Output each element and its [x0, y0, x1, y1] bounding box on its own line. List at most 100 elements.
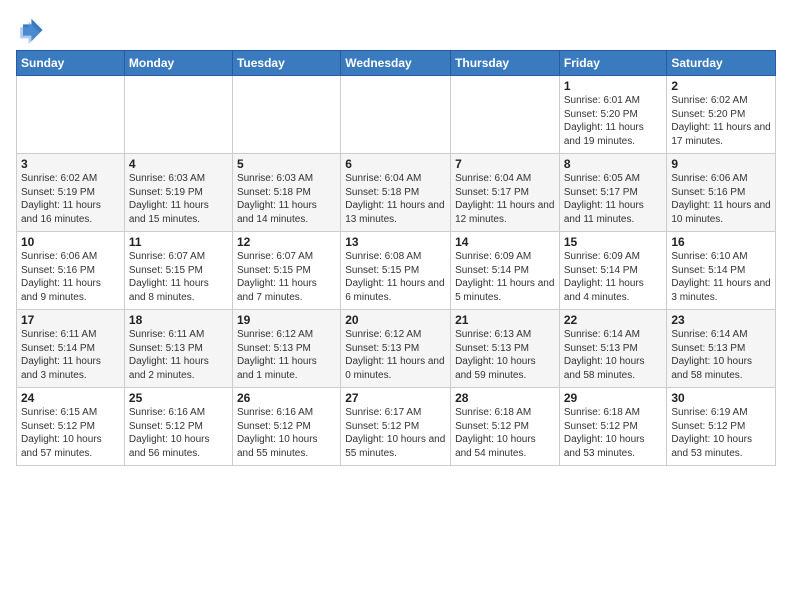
weekday-row: SundayMondayTuesdayWednesdayThursdayFrid…	[17, 51, 776, 76]
day-number: 14	[455, 235, 555, 249]
day-info: Sunrise: 6:06 AM Sunset: 5:16 PM Dayligh…	[671, 172, 771, 226]
day-info: Sunrise: 6:16 AM Sunset: 5:12 PM Dayligh…	[129, 406, 228, 460]
day-info: Sunrise: 6:07 AM Sunset: 5:15 PM Dayligh…	[237, 250, 336, 304]
day-info: Sunrise: 6:05 AM Sunset: 5:17 PM Dayligh…	[564, 172, 663, 226]
calendar-cell: 11Sunrise: 6:07 AM Sunset: 5:15 PM Dayli…	[124, 232, 232, 310]
day-info: Sunrise: 6:08 AM Sunset: 5:15 PM Dayligh…	[345, 250, 446, 304]
calendar-cell: 8Sunrise: 6:05 AM Sunset: 5:17 PM Daylig…	[559, 154, 667, 232]
logo	[16, 16, 48, 44]
day-info: Sunrise: 6:18 AM Sunset: 5:12 PM Dayligh…	[564, 406, 663, 460]
day-number: 30	[671, 391, 771, 405]
calendar-cell: 28Sunrise: 6:18 AM Sunset: 5:12 PM Dayli…	[451, 388, 560, 466]
calendar-cell: 29Sunrise: 6:18 AM Sunset: 5:12 PM Dayli…	[559, 388, 667, 466]
calendar-cell: 10Sunrise: 6:06 AM Sunset: 5:16 PM Dayli…	[17, 232, 125, 310]
day-number: 28	[455, 391, 555, 405]
calendar-cell	[17, 76, 125, 154]
calendar-cell: 15Sunrise: 6:09 AM Sunset: 5:14 PM Dayli…	[559, 232, 667, 310]
day-info: Sunrise: 6:11 AM Sunset: 5:13 PM Dayligh…	[129, 328, 228, 382]
weekday-header-monday: Monday	[124, 51, 232, 76]
day-number: 10	[21, 235, 120, 249]
logo-icon	[16, 16, 44, 44]
day-number: 1	[564, 79, 663, 93]
day-info: Sunrise: 6:19 AM Sunset: 5:12 PM Dayligh…	[671, 406, 771, 460]
calendar-cell: 1Sunrise: 6:01 AM Sunset: 5:20 PM Daylig…	[559, 76, 667, 154]
day-info: Sunrise: 6:06 AM Sunset: 5:16 PM Dayligh…	[21, 250, 120, 304]
calendar-cell: 26Sunrise: 6:16 AM Sunset: 5:12 PM Dayli…	[232, 388, 340, 466]
day-info: Sunrise: 6:14 AM Sunset: 5:13 PM Dayligh…	[564, 328, 663, 382]
calendar-cell: 5Sunrise: 6:03 AM Sunset: 5:18 PM Daylig…	[232, 154, 340, 232]
day-number: 16	[671, 235, 771, 249]
day-info: Sunrise: 6:04 AM Sunset: 5:17 PM Dayligh…	[455, 172, 555, 226]
day-info: Sunrise: 6:09 AM Sunset: 5:14 PM Dayligh…	[455, 250, 555, 304]
calendar-header: SundayMondayTuesdayWednesdayThursdayFrid…	[17, 51, 776, 76]
day-info: Sunrise: 6:01 AM Sunset: 5:20 PM Dayligh…	[564, 94, 663, 148]
day-info: Sunrise: 6:04 AM Sunset: 5:18 PM Dayligh…	[345, 172, 446, 226]
calendar-cell	[232, 76, 340, 154]
day-number: 19	[237, 313, 336, 327]
day-info: Sunrise: 6:09 AM Sunset: 5:14 PM Dayligh…	[564, 250, 663, 304]
calendar-cell: 20Sunrise: 6:12 AM Sunset: 5:13 PM Dayli…	[341, 310, 451, 388]
calendar-table: SundayMondayTuesdayWednesdayThursdayFrid…	[16, 50, 776, 466]
day-info: Sunrise: 6:17 AM Sunset: 5:12 PM Dayligh…	[345, 406, 446, 460]
day-info: Sunrise: 6:12 AM Sunset: 5:13 PM Dayligh…	[237, 328, 336, 382]
calendar-cell: 24Sunrise: 6:15 AM Sunset: 5:12 PM Dayli…	[17, 388, 125, 466]
calendar-cell: 14Sunrise: 6:09 AM Sunset: 5:14 PM Dayli…	[451, 232, 560, 310]
day-number: 20	[345, 313, 446, 327]
day-info: Sunrise: 6:13 AM Sunset: 5:13 PM Dayligh…	[455, 328, 555, 382]
day-info: Sunrise: 6:14 AM Sunset: 5:13 PM Dayligh…	[671, 328, 771, 382]
calendar-week-3: 10Sunrise: 6:06 AM Sunset: 5:16 PM Dayli…	[17, 232, 776, 310]
calendar-cell	[451, 76, 560, 154]
weekday-header-saturday: Saturday	[667, 51, 776, 76]
weekday-header-friday: Friday	[559, 51, 667, 76]
calendar-cell: 21Sunrise: 6:13 AM Sunset: 5:13 PM Dayli…	[451, 310, 560, 388]
calendar-cell: 4Sunrise: 6:03 AM Sunset: 5:19 PM Daylig…	[124, 154, 232, 232]
calendar-cell: 12Sunrise: 6:07 AM Sunset: 5:15 PM Dayli…	[232, 232, 340, 310]
calendar-body: 1Sunrise: 6:01 AM Sunset: 5:20 PM Daylig…	[17, 76, 776, 466]
day-number: 4	[129, 157, 228, 171]
day-info: Sunrise: 6:15 AM Sunset: 5:12 PM Dayligh…	[21, 406, 120, 460]
day-number: 25	[129, 391, 228, 405]
calendar-cell: 22Sunrise: 6:14 AM Sunset: 5:13 PM Dayli…	[559, 310, 667, 388]
calendar-cell: 13Sunrise: 6:08 AM Sunset: 5:15 PM Dayli…	[341, 232, 451, 310]
day-number: 18	[129, 313, 228, 327]
calendar-cell: 9Sunrise: 6:06 AM Sunset: 5:16 PM Daylig…	[667, 154, 776, 232]
calendar-cell: 30Sunrise: 6:19 AM Sunset: 5:12 PM Dayli…	[667, 388, 776, 466]
day-number: 22	[564, 313, 663, 327]
day-number: 15	[564, 235, 663, 249]
calendar-week-5: 24Sunrise: 6:15 AM Sunset: 5:12 PM Dayli…	[17, 388, 776, 466]
header-row	[16, 12, 776, 44]
weekday-header-thursday: Thursday	[451, 51, 560, 76]
calendar-cell: 25Sunrise: 6:16 AM Sunset: 5:12 PM Dayli…	[124, 388, 232, 466]
page: SundayMondayTuesdayWednesdayThursdayFrid…	[0, 0, 792, 474]
day-info: Sunrise: 6:12 AM Sunset: 5:13 PM Dayligh…	[345, 328, 446, 382]
day-number: 6	[345, 157, 446, 171]
day-info: Sunrise: 6:11 AM Sunset: 5:14 PM Dayligh…	[21, 328, 120, 382]
calendar-cell: 6Sunrise: 6:04 AM Sunset: 5:18 PM Daylig…	[341, 154, 451, 232]
day-info: Sunrise: 6:10 AM Sunset: 5:14 PM Dayligh…	[671, 250, 771, 304]
calendar-cell: 16Sunrise: 6:10 AM Sunset: 5:14 PM Dayli…	[667, 232, 776, 310]
day-info: Sunrise: 6:07 AM Sunset: 5:15 PM Dayligh…	[129, 250, 228, 304]
day-info: Sunrise: 6:02 AM Sunset: 5:20 PM Dayligh…	[671, 94, 771, 148]
calendar-week-4: 17Sunrise: 6:11 AM Sunset: 5:14 PM Dayli…	[17, 310, 776, 388]
day-info: Sunrise: 6:03 AM Sunset: 5:19 PM Dayligh…	[129, 172, 228, 226]
day-number: 12	[237, 235, 336, 249]
day-info: Sunrise: 6:18 AM Sunset: 5:12 PM Dayligh…	[455, 406, 555, 460]
day-number: 17	[21, 313, 120, 327]
calendar-week-2: 3Sunrise: 6:02 AM Sunset: 5:19 PM Daylig…	[17, 154, 776, 232]
day-number: 29	[564, 391, 663, 405]
calendar-cell: 17Sunrise: 6:11 AM Sunset: 5:14 PM Dayli…	[17, 310, 125, 388]
calendar-cell	[341, 76, 451, 154]
calendar-week-1: 1Sunrise: 6:01 AM Sunset: 5:20 PM Daylig…	[17, 76, 776, 154]
day-number: 21	[455, 313, 555, 327]
day-info: Sunrise: 6:16 AM Sunset: 5:12 PM Dayligh…	[237, 406, 336, 460]
day-number: 26	[237, 391, 336, 405]
calendar-cell: 19Sunrise: 6:12 AM Sunset: 5:13 PM Dayli…	[232, 310, 340, 388]
calendar-cell: 7Sunrise: 6:04 AM Sunset: 5:17 PM Daylig…	[451, 154, 560, 232]
day-info: Sunrise: 6:03 AM Sunset: 5:18 PM Dayligh…	[237, 172, 336, 226]
weekday-header-tuesday: Tuesday	[232, 51, 340, 76]
day-number: 9	[671, 157, 771, 171]
calendar-cell: 27Sunrise: 6:17 AM Sunset: 5:12 PM Dayli…	[341, 388, 451, 466]
day-number: 2	[671, 79, 771, 93]
weekday-header-sunday: Sunday	[17, 51, 125, 76]
calendar-cell: 2Sunrise: 6:02 AM Sunset: 5:20 PM Daylig…	[667, 76, 776, 154]
